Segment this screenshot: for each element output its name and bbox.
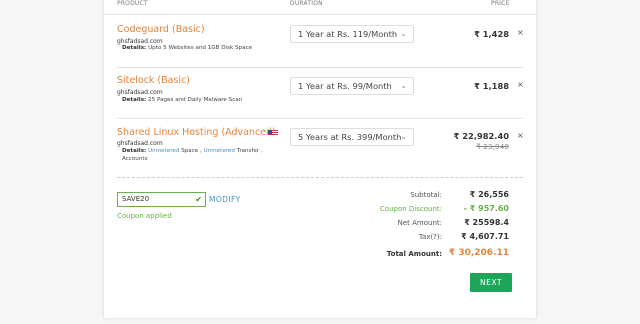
tax-value: ₹ 4,607.71 [461,232,509,241]
total-amount-label: Total Amount: [386,250,442,258]
net-amount-label: Net Amount: [397,219,442,227]
unmetered-space-text: Unmetered [148,148,180,154]
subtotal-value: ₹ 26,556 [469,190,509,199]
item-price: ₹ 1,428 [474,29,509,39]
product-domain: ghsfadsad.com [117,140,163,147]
details-label: Details: [122,97,147,103]
details-label: Details: [122,45,147,51]
tax-label[interactable]: Tax(?): [419,233,442,241]
row-divider [117,67,523,68]
duration-value: 5 Years at Rs. 399/Month [298,132,402,142]
remove-item-icon[interactable]: × [517,28,524,37]
net-amount-value: ₹ 25598.4 [464,218,509,227]
coupon-status: Coupon applied [117,212,172,220]
details-text: 25 Pages and Daily Malware Scan [148,97,243,103]
details-label: Details: [122,148,147,154]
coupon-code: SAVE20 [122,195,150,203]
total-amount-value: ₹ 30,206.11 [448,248,509,258]
original-price: ₹ 23,940 [476,142,509,151]
check-icon: ✔ [195,195,202,204]
row-divider [117,118,523,119]
details-text: Upto 5 Websites and 1GB Disk Space [148,45,253,51]
item-price: ₹ 22,982.40 [453,131,509,141]
product-name: Shared Linux Hosting (Advanced) [117,127,276,138]
remove-item-icon[interactable]: × [517,131,524,140]
coupon-discount-label: Coupon Discount: [379,205,442,213]
product-domain: ghsfadsad.com [117,89,163,96]
product-details: Details: 25 Pages and Daily Malware Scan [122,96,242,104]
product-details: Details: Upto 5 Websites and 1GB Disk Sp… [122,44,252,52]
coupon-input[interactable]: SAVE20 ✔ [117,192,206,207]
us-flag-icon [268,130,278,136]
column-header-duration: DURATION [290,0,323,7]
unmetered-transfer-text: Unmetered [203,148,235,154]
chevron-down-icon: ⌄ [400,29,407,38]
column-header-price: PRICE [491,0,510,7]
header-divider [104,14,536,15]
transfer-text: Transfer , [236,148,263,154]
duration-value: 1 Year at Rs. 99/Month [298,81,392,91]
section-divider [117,177,523,178]
item-price: ₹ 1,188 [474,81,509,91]
coupon-discount-value: - ₹ 957.60 [463,204,509,213]
modify-coupon-link[interactable]: MODIFY [209,195,241,204]
column-header-product: PRODUCT [117,0,148,7]
torn-edge [104,314,536,320]
duration-select[interactable]: 1 Year at Rs. 99/Month ⌄ [290,77,414,95]
space-text: Space , [181,148,202,154]
duration-select[interactable]: 5 Years at Rs. 399/Month ⌄ [290,128,414,146]
product-details: Details: Unmetered Space , Unmetered Tra… [122,147,263,163]
accounts-text: Accounts [122,156,148,162]
remove-item-icon[interactable]: × [517,80,524,89]
chevron-down-icon: ⌄ [400,132,407,141]
product-name: Sitelock (Basic) [117,75,190,86]
next-button[interactable]: NEXT [470,273,512,292]
chevron-down-icon: ⌄ [400,81,407,90]
product-name: Codeguard (Basic) [117,24,205,35]
subtotal-label: Subtotal: [410,191,442,199]
duration-select[interactable]: 1 Year at Rs. 119/Month ⌄ [290,25,414,43]
duration-value: 1 Year at Rs. 119/Month [298,29,398,39]
